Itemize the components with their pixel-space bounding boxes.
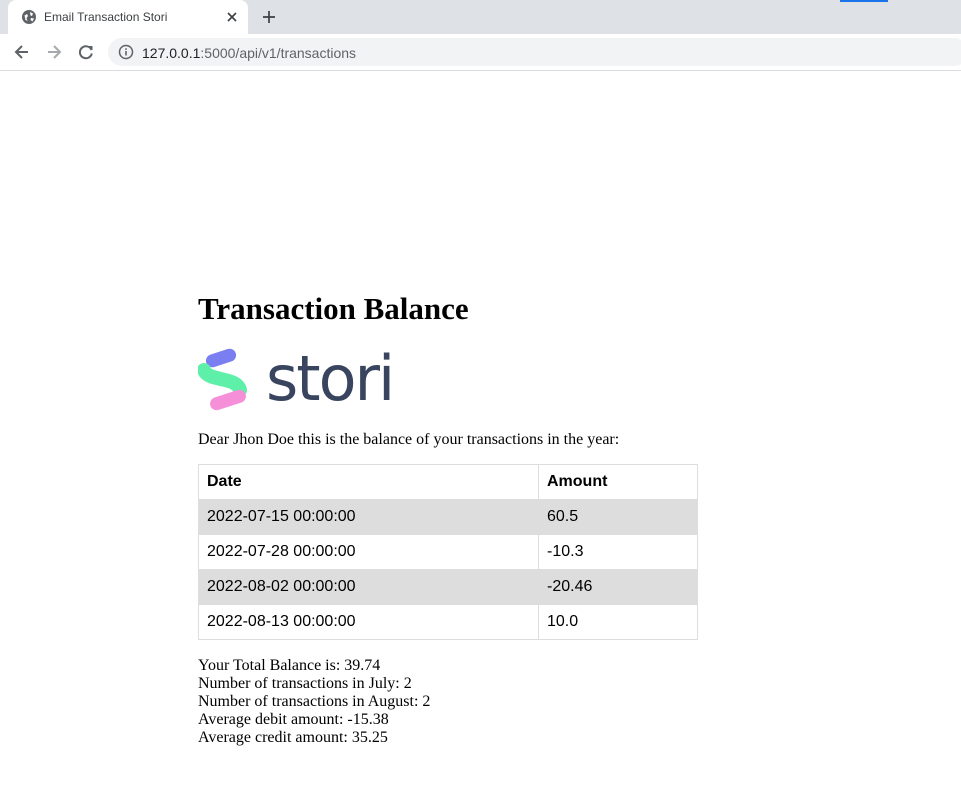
page-title: Transaction Balance <box>198 291 469 326</box>
url-host: 127.0.0.1 <box>142 45 201 61</box>
total-balance: Your Total Balance is: 39.74 <box>198 657 381 674</box>
average-credit: Average credit amount: 35.25 <box>198 729 388 746</box>
info-icon[interactable] <box>118 44 134 60</box>
table-row: 2022-07-15 00:00:00 60.5 <box>198 499 698 535</box>
cell-date: 2022-08-02 00:00:00 <box>198 569 539 605</box>
average-debit: Average debit amount: -15.38 <box>198 711 389 728</box>
tab-strip: Email Transaction Stori <box>0 0 961 34</box>
stori-logo: stori <box>198 346 395 412</box>
header-amount: Amount <box>538 464 698 500</box>
cell-amount: 60.5 <box>538 499 698 535</box>
header-date: Date <box>198 464 539 500</box>
cell-date: 2022-08-13 00:00:00 <box>198 604 539 640</box>
table-row: 2022-07-28 00:00:00 -10.3 <box>198 534 698 570</box>
transactions-table: Date Amount 2022-07-15 00:00:00 60.5 202… <box>198 464 698 640</box>
cell-amount: -10.3 <box>538 534 698 570</box>
cell-date: 2022-07-15 00:00:00 <box>198 499 539 535</box>
url-path: :5000/api/v1/transactions <box>200 45 357 61</box>
logo-text: stori <box>266 346 393 412</box>
cell-amount: 10.0 <box>538 604 698 640</box>
plus-icon[interactable] <box>261 9 277 25</box>
forward-arrow-icon[interactable] <box>44 42 64 62</box>
email-content: Transaction Balance stori Dear Jhon Doe … <box>198 290 718 746</box>
browser-tab[interactable]: Email Transaction Stori <box>8 0 248 34</box>
table-row: 2022-08-13 00:00:00 10.0 <box>198 604 698 640</box>
close-icon[interactable] <box>225 10 239 24</box>
reload-icon[interactable] <box>76 42 96 62</box>
july-transaction-count: Number of transactions in July: 2 <box>198 675 412 692</box>
accent-strip <box>840 0 888 2</box>
balance-summary: Your Total Balance is: 39.74 Number of t… <box>198 657 430 747</box>
browser-toolbar: 127.0.0.1:5000/api/v1/transactions <box>0 34 961 71</box>
url-text[interactable]: 127.0.0.1:5000/api/v1/transactions <box>142 45 356 61</box>
tab-title: Email Transaction Stori <box>44 10 168 24</box>
greeting-text: Dear Jhon Doe this is the balance of you… <box>198 431 620 448</box>
address-bar[interactable]: 127.0.0.1:5000/api/v1/transactions <box>108 38 961 66</box>
cell-date: 2022-07-28 00:00:00 <box>198 534 539 570</box>
cell-amount: -20.46 <box>538 569 698 605</box>
globe-icon <box>22 10 36 24</box>
august-transaction-count: Number of transactions in August: 2 <box>198 693 431 710</box>
table-header-row: Date Amount <box>198 464 698 500</box>
table-row: 2022-08-02 00:00:00 -20.46 <box>198 569 698 605</box>
back-arrow-icon[interactable] <box>12 42 32 62</box>
